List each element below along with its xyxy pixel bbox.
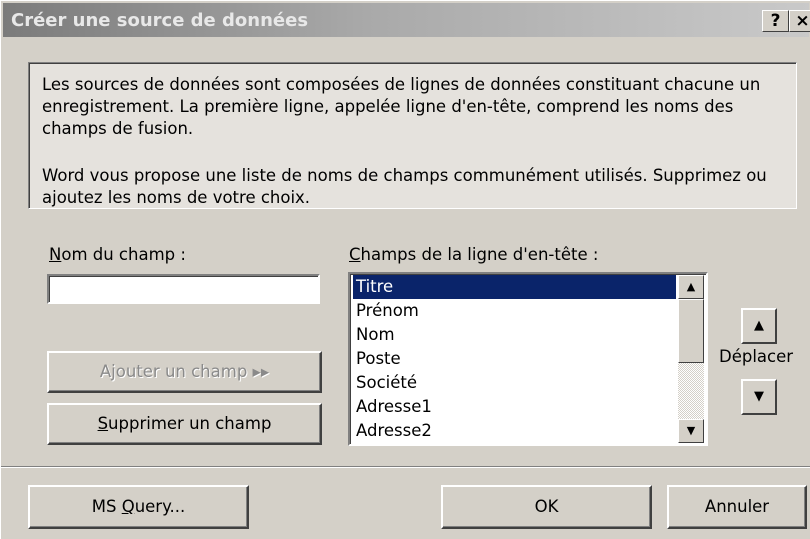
field-name-label: Nom du champ : xyxy=(49,245,186,264)
info-paragraph-1: Les sources de données sont composées de… xyxy=(42,75,761,138)
move-up-button[interactable]: ▲ xyxy=(741,308,777,344)
remove-field-accel: S xyxy=(97,414,109,433)
window-title: Créer une source de données xyxy=(11,10,309,31)
scroll-thumb[interactable] xyxy=(678,299,704,363)
header-fields-label-accel: C xyxy=(349,245,361,264)
scroll-up-button[interactable]: ▲ xyxy=(678,275,704,299)
list-item-titre[interactable]: Titre xyxy=(353,275,676,299)
list-item-adresse1[interactable]: Adresse1 xyxy=(353,395,676,419)
list-item-prenom[interactable]: Prénom xyxy=(353,299,676,323)
info-panel: Les sources de données sont composées de… xyxy=(28,62,797,209)
move-down-button[interactable]: ▼ xyxy=(741,379,777,415)
close-button[interactable]: × xyxy=(789,10,810,32)
info-paragraph-2: Word vous propose une liste de noms de c… xyxy=(42,166,767,207)
move-label: Déplacer xyxy=(719,347,794,366)
scroll-down-button[interactable]: ▼ xyxy=(678,419,704,443)
list-item-nom[interactable]: Nom xyxy=(353,323,676,347)
ms-query-prefix: MS xyxy=(91,497,122,516)
create-data-source-dialog: Créer une source de données ? × Les sour… xyxy=(0,0,810,539)
list-item-poste[interactable]: Poste xyxy=(353,347,676,371)
header-fields-label: Champs de la ligne d'en-tête : xyxy=(349,245,598,264)
ms-query-accel: Q xyxy=(121,497,135,516)
ok-button[interactable]: OK xyxy=(441,485,652,529)
field-name-label-accel: N xyxy=(49,245,62,264)
arrow-down-icon: ▼ xyxy=(754,389,764,404)
help-button[interactable]: ? xyxy=(762,10,789,32)
list-item-adresse2[interactable]: Adresse2 xyxy=(353,419,676,443)
field-name-input[interactable] xyxy=(47,274,320,304)
vertical-scrollbar[interactable]: ▲ ▼ xyxy=(678,275,704,443)
remove-field-label: upprimer un champ xyxy=(108,414,272,433)
header-fields-listbox[interactable]: Titre Prénom Nom Poste Société Adresse1 … xyxy=(348,272,708,446)
add-field-button[interactable]: Ajouter un champ ▸▸ xyxy=(47,351,322,393)
arrow-up-icon: ▲ xyxy=(754,318,764,333)
title-bar[interactable]: Créer une source de données ? × xyxy=(3,3,810,37)
header-fields-label-rest: hamps de la ligne d'en-tête : xyxy=(360,245,599,264)
list-item-societe[interactable]: Société xyxy=(353,371,676,395)
cancel-button[interactable]: Annuler xyxy=(667,485,807,529)
remove-field-button[interactable]: Supprimer un champ xyxy=(47,403,322,445)
separator xyxy=(1,466,810,468)
field-name-label-rest: om du champ : xyxy=(61,245,186,264)
ms-query-button[interactable]: MS Query... xyxy=(28,485,249,529)
ms-query-rest: uery... xyxy=(134,497,186,516)
